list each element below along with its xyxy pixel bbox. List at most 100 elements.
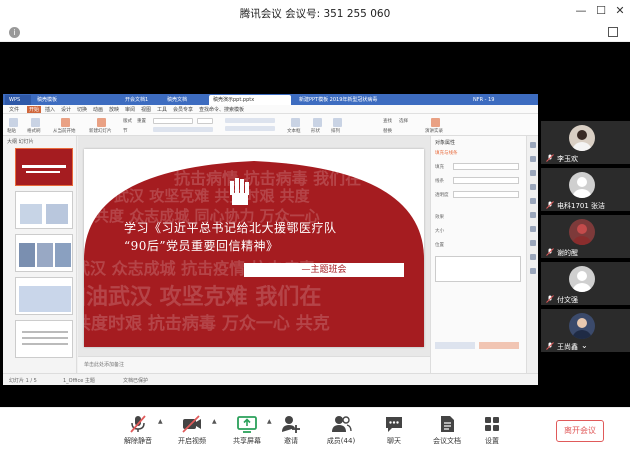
apply-all-button[interactable]	[479, 342, 519, 349]
ribbon-label[interactable]: 替换	[383, 128, 392, 134]
text-area[interactable]	[435, 256, 521, 282]
transparency-input[interactable]	[453, 191, 519, 198]
property-row[interactable]: 大小	[435, 228, 444, 234]
start-video-label: 开启视频	[178, 437, 206, 445]
menu-item[interactable]: 切换	[77, 106, 87, 113]
property-row[interactable]: 位置	[435, 242, 444, 248]
add-user-icon	[282, 416, 300, 433]
side-rail	[526, 136, 538, 373]
fullscreen-icon[interactable]	[608, 27, 618, 37]
panel-header: 大纲 幻灯片	[7, 139, 34, 145]
ribbon-label[interactable]: 选择	[399, 118, 408, 124]
share-screen-button[interactable]: 共享屏幕	[222, 412, 272, 452]
arrange-icon[interactable]	[333, 118, 342, 127]
play-icon[interactable]	[61, 118, 70, 127]
participant-tile[interactable]: 电科1701 张洁	[541, 168, 630, 211]
textbox-icon[interactable]	[291, 118, 300, 127]
caret-up-icon[interactable]: ▲	[212, 418, 217, 425]
ribbon-label: 格式刷	[27, 129, 41, 134]
rail-icon[interactable]	[530, 184, 536, 190]
rail-icon[interactable]	[530, 268, 536, 274]
current-slide[interactable]: 抗击病情 抗击病毒 我们在 武汉 攻坚克难 共克时艰 共度 共度 众志成城 同心…	[84, 149, 424, 347]
share-screen-label: 共享屏幕	[233, 437, 261, 445]
settings-button[interactable]: 设置	[467, 412, 517, 452]
font-size-select[interactable]	[197, 118, 213, 124]
property-row[interactable]: 效果	[435, 214, 444, 220]
close-button[interactable]: ✕	[613, 4, 627, 18]
participant-tile[interactable]: 李玉欢	[541, 121, 630, 164]
search-command[interactable]: 查找命令、搜索模板	[199, 106, 244, 113]
wps-tab[interactable]: NFR - 19	[469, 95, 509, 105]
invite-button[interactable]: 邀请	[266, 412, 316, 452]
menu-item[interactable]: 设计	[61, 106, 71, 113]
apply-button[interactable]	[435, 342, 475, 349]
wps-tab[interactable]: WPS	[5, 95, 31, 105]
slide-thumbnail[interactable]: 4	[15, 277, 73, 315]
wps-tab[interactable]: 新建PPT模板 2019年新型冠状病毒	[295, 95, 435, 105]
members-button[interactable]: 成员(44)	[316, 412, 366, 452]
wps-tab-bar: WPS 稿壳模板 开会文档1 稿壳文档 稿壳演示ppt.pptx 新建PPT模板…	[3, 94, 538, 105]
align-buttons[interactable]	[225, 126, 275, 131]
ribbon-label[interactable]: 重置	[137, 118, 146, 124]
menu-item[interactable]: 工具	[157, 106, 167, 113]
minimize-button[interactable]: —	[574, 4, 588, 18]
participant-tile[interactable]: 谢的醒	[541, 215, 630, 258]
new-slide-icon[interactable]	[97, 118, 106, 127]
info-icon[interactable]: i	[9, 27, 20, 38]
menu-item[interactable]: 动画	[93, 106, 103, 113]
notes-pane[interactable]: 单击此处添加备注	[78, 356, 430, 373]
rail-icon[interactable]	[530, 142, 536, 148]
line-select[interactable]	[453, 177, 519, 184]
menu-item[interactable]: 会员专享	[173, 106, 193, 113]
speech-record-icon[interactable]	[431, 118, 440, 127]
unmute-button[interactable]: 解除静音	[113, 412, 163, 452]
maximize-button[interactable]: ☐	[594, 4, 608, 18]
fill-select[interactable]	[453, 163, 519, 170]
format-painter-icon[interactable]	[31, 118, 40, 127]
wps-tab[interactable]: 稿壳模板	[33, 95, 101, 105]
ribbon-label[interactable]: 版式	[123, 118, 132, 124]
rail-icon[interactable]	[530, 170, 536, 176]
menu-item[interactable]: 审阅	[125, 106, 135, 113]
leave-meeting-button[interactable]: 离开会议	[556, 420, 604, 442]
slide-editor-canvas[interactable]: 抗击病情 抗击病毒 我们在 武汉 攻坚克难 共克时艰 共度 共度 众志成城 同心…	[78, 136, 430, 373]
chat-button[interactable]: 聊天	[369, 412, 419, 452]
rail-icon[interactable]	[530, 156, 536, 162]
format-buttons[interactable]	[153, 127, 213, 132]
rail-icon[interactable]	[530, 198, 536, 204]
rail-icon[interactable]	[530, 254, 536, 260]
paragraph-buttons[interactable]	[225, 118, 275, 123]
paste-icon[interactable]	[9, 118, 18, 127]
wps-tab-active[interactable]: 稿壳演示ppt.pptx	[209, 95, 291, 105]
shape-icon[interactable]	[313, 118, 322, 127]
rail-icon[interactable]	[530, 226, 536, 232]
property-tab[interactable]: 填充与线条	[435, 150, 458, 156]
wps-tab[interactable]: 稿壳文档	[163, 95, 203, 105]
raised-fist-icon	[230, 178, 249, 205]
chat-icon	[386, 417, 402, 432]
rail-icon[interactable]	[530, 240, 536, 246]
menu-item[interactable]: 文件	[9, 106, 19, 113]
slide-thumbnail[interactable]: 1	[15, 148, 73, 186]
meeting-docs-button[interactable]: 会议文档	[422, 412, 472, 452]
slide-thumbnail[interactable]: 2	[15, 191, 73, 229]
menu-item[interactable]: 插入	[45, 106, 55, 113]
menu-item[interactable]: 视图	[141, 106, 151, 113]
ribbon-label[interactable]: 节	[123, 128, 128, 134]
bg-word-row: 武汉 攻坚克难 共克时艰 共度	[114, 187, 310, 205]
ribbon-label: 演讲实录	[425, 129, 443, 134]
slide-title-line-2: “90后”党员重要回信精神》	[124, 239, 279, 253]
start-video-button[interactable]: 开启视频	[167, 412, 217, 452]
slide-thumbnail[interactable]: 3	[15, 234, 73, 272]
caret-up-icon[interactable]: ▲	[158, 418, 163, 425]
ribbon-label[interactable]: 查找	[383, 118, 392, 124]
menu-item[interactable]: 放映	[109, 106, 119, 113]
font-select[interactable]	[153, 118, 193, 124]
participant-tile[interactable]: 付文强	[541, 262, 630, 305]
avatar	[569, 313, 595, 339]
participant-tile[interactable]: 王尚鑫 ⌄	[541, 309, 630, 352]
rail-icon[interactable]	[530, 212, 536, 218]
menu-item-active[interactable]: 开始	[27, 106, 42, 113]
chevron-down-icon[interactable]: ⌄	[581, 341, 588, 350]
slide-thumbnail[interactable]: 5	[15, 320, 73, 358]
